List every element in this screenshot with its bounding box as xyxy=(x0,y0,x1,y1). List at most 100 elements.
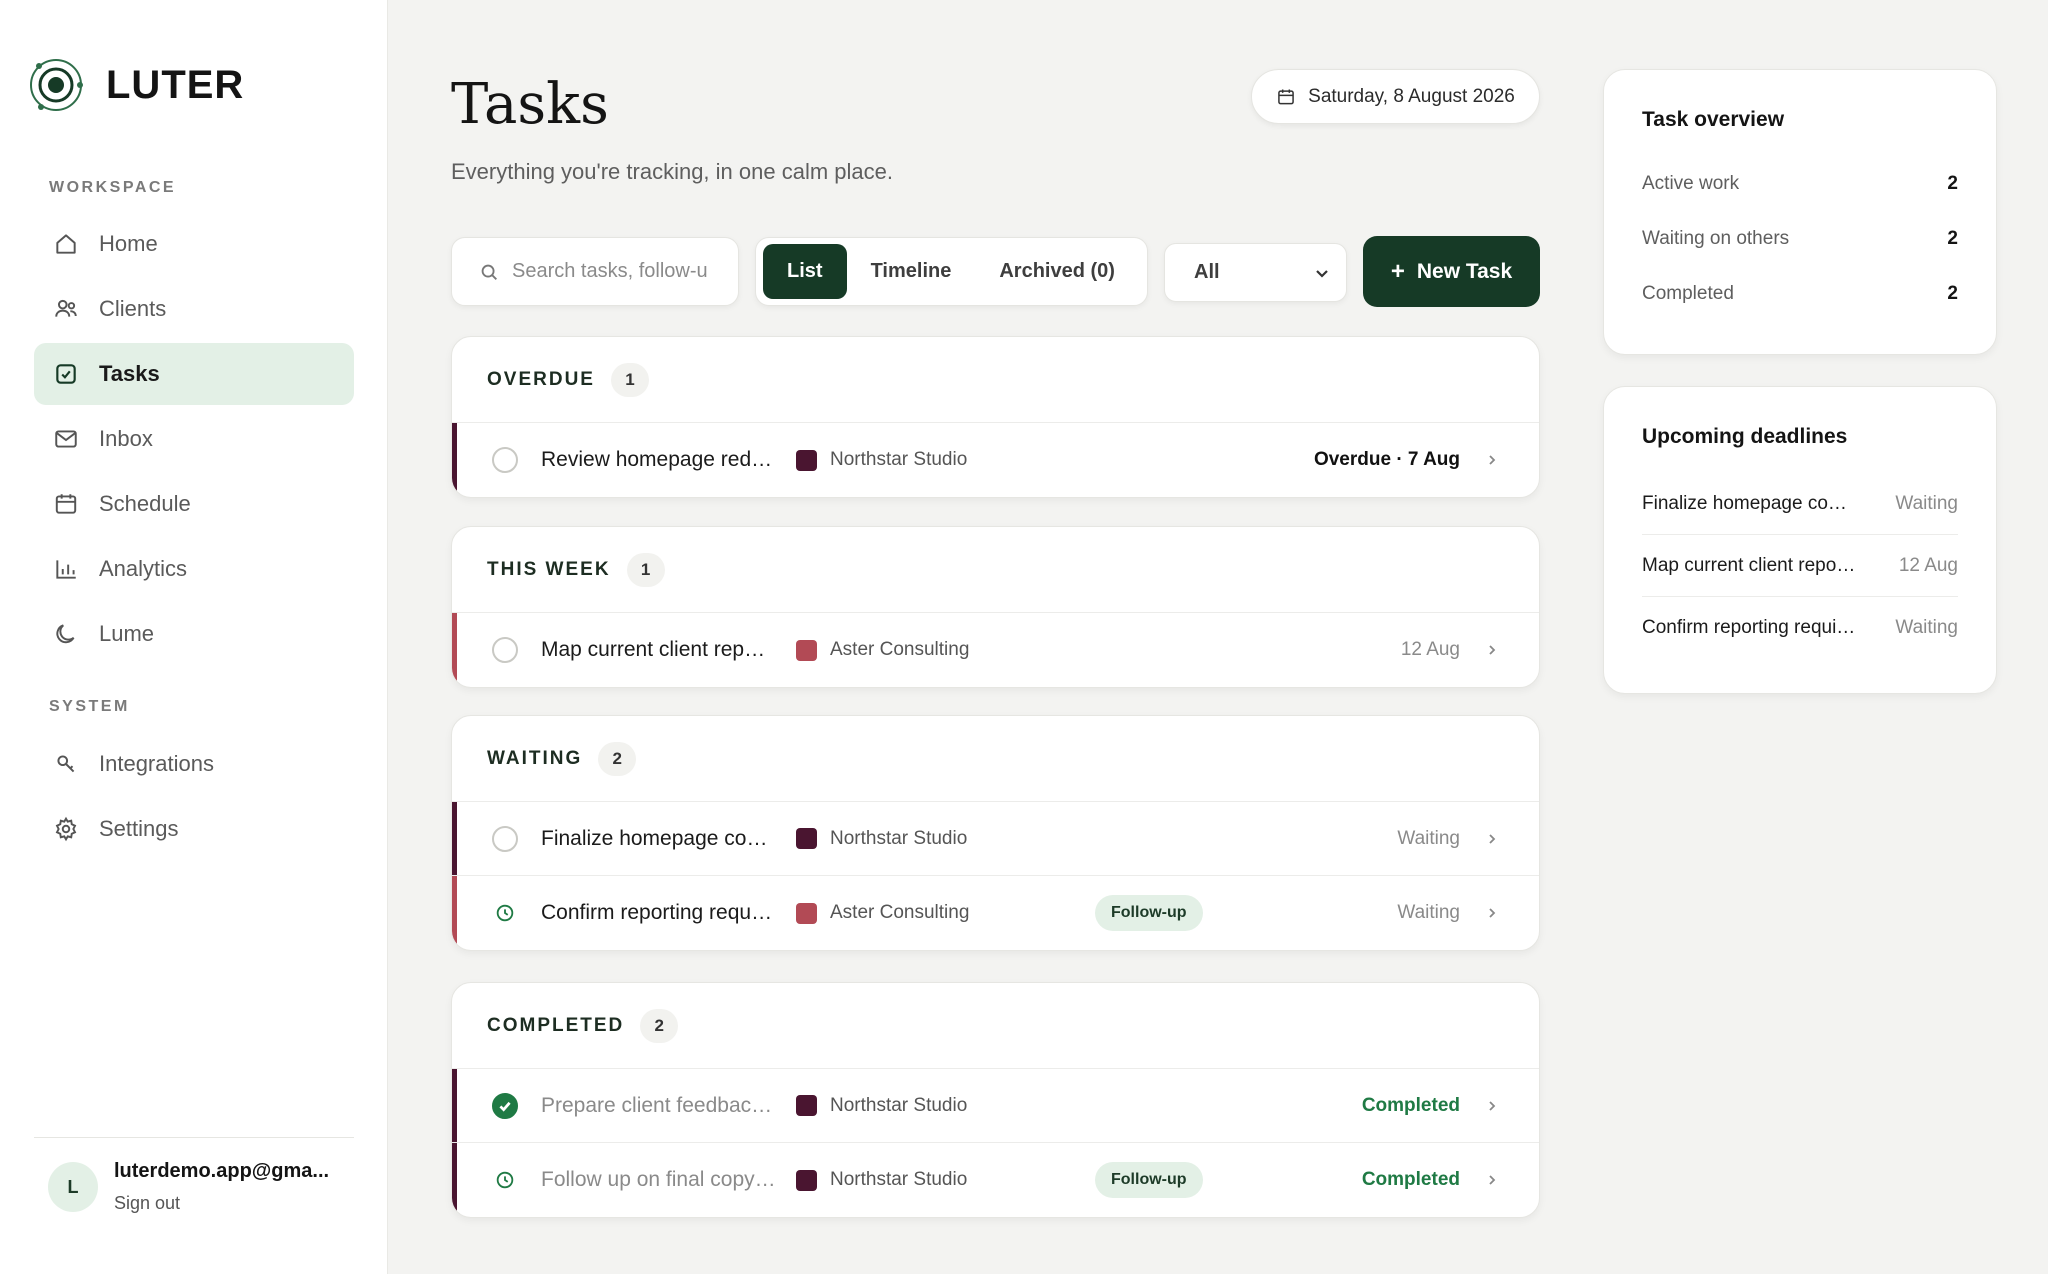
task-row[interactable]: Follow up on final copy… Northstar Studi… xyxy=(452,1143,1539,1217)
client-name: Northstar Studio xyxy=(830,1094,968,1116)
user-account: L luterdemo.app@gma... Sign out xyxy=(48,1160,329,1214)
task-status-toggle[interactable] xyxy=(492,1167,518,1193)
task-group-this-week: THIS WEEK 1 Map current client rep… Aste… xyxy=(451,526,1540,688)
sidebar-item-label: Settings xyxy=(99,816,179,841)
task-checkbox[interactable] xyxy=(492,447,518,473)
task-row[interactable]: Map current client rep… Aster Consulting… xyxy=(452,613,1539,687)
calendar-icon xyxy=(53,491,79,517)
group-count-badge: 2 xyxy=(598,741,637,776)
sidebar-item-home[interactable]: Home xyxy=(34,213,354,275)
sidebar-item-lume[interactable]: Lume xyxy=(34,603,354,665)
chevron-right-icon xyxy=(1489,1175,1496,1185)
client-name: Northstar Studio xyxy=(830,827,968,849)
task-accent-bar xyxy=(452,876,457,950)
sidebar-item-label: Inbox xyxy=(99,426,153,451)
brand-name: LUTER xyxy=(106,62,245,107)
task-title: Follow up on final copy… xyxy=(541,1168,776,1191)
task-accent-bar xyxy=(452,613,457,687)
deadline-row[interactable]: Finalize homepage co… Waiting xyxy=(1642,473,1958,535)
sidebar-item-inbox[interactable]: Inbox xyxy=(34,408,354,470)
deadline-due: Waiting xyxy=(1895,617,1958,638)
view-tab-archived[interactable]: Archived (0) xyxy=(975,244,1139,299)
task-title: Finalize homepage co… xyxy=(541,826,768,850)
group-count-badge: 1 xyxy=(626,552,665,587)
task-accent-bar xyxy=(452,1143,457,1217)
task-checkbox[interactable] xyxy=(492,825,518,852)
task-accent-bar xyxy=(452,1069,457,1142)
sidebar-item-tasks[interactable]: Tasks xyxy=(34,343,354,405)
sidebar-item-label: Analytics xyxy=(99,556,188,581)
overview-row-completed: Completed 2 xyxy=(1642,283,1958,305)
home-icon xyxy=(53,231,79,257)
task-checkbox[interactable] xyxy=(492,637,518,663)
deadline-title: Finalize homepage co… xyxy=(1642,492,1847,514)
client-color-swatch xyxy=(796,639,817,661)
deadline-row[interactable]: Map current client repo… 12 Aug xyxy=(1642,535,1958,597)
task-title: Review homepage red… xyxy=(541,448,773,471)
overview-value: 2 xyxy=(1947,173,1958,194)
calendar-icon xyxy=(1278,89,1294,104)
deadline-title: Map current client repo… xyxy=(1642,554,1856,576)
follow-up-badge: Follow-up xyxy=(1095,895,1203,931)
new-task-button[interactable]: + New Task xyxy=(1363,236,1540,307)
overview-label: Completed xyxy=(1642,283,1734,304)
task-row[interactable]: Confirm reporting requ… Aster Consulting… xyxy=(452,876,1539,950)
sidebar-item-label: Clients xyxy=(99,296,167,321)
brand-logo[interactable]: LUTER xyxy=(27,56,244,114)
upcoming-deadlines-card: Upcoming deadlines Finalize homepage co…… xyxy=(1603,386,1997,694)
view-tab-list[interactable]: List xyxy=(763,244,847,299)
checkbox-icon xyxy=(53,361,79,387)
overview-value: 2 xyxy=(1947,283,1958,304)
chevron-right-icon xyxy=(1489,908,1496,918)
status-filter-select[interactable]: All xyxy=(1164,243,1347,302)
task-title: Confirm reporting requ… xyxy=(541,901,773,924)
client-color-swatch xyxy=(796,1169,817,1191)
sidebar-divider xyxy=(34,1137,354,1138)
sidebar: LUTER WORKSPACE Home Clients Tasks Inbox… xyxy=(0,0,388,1274)
overview-row-active: Active work 2 xyxy=(1642,173,1958,195)
page-subtitle: Everything you're tracking, in one calm … xyxy=(451,159,893,184)
client-color-swatch xyxy=(796,828,817,849)
sidebar-item-integrations[interactable]: Integrations xyxy=(34,733,354,795)
overview-row-waiting: Waiting on others 2 xyxy=(1642,228,1958,250)
sign-out-link[interactable]: Sign out xyxy=(114,1193,329,1214)
client-color-swatch xyxy=(796,1095,817,1116)
chevron-down-icon xyxy=(1316,269,1328,278)
checkmark-icon xyxy=(499,1101,511,1112)
group-title: THIS WEEK xyxy=(487,558,611,580)
avatar[interactable]: L xyxy=(48,1162,98,1212)
sidebar-item-analytics[interactable]: Analytics xyxy=(34,538,354,600)
gear-icon xyxy=(53,816,79,842)
search-input[interactable] xyxy=(512,260,712,283)
view-toggle: List Timeline Archived (0) xyxy=(755,237,1148,306)
sidebar-item-settings[interactable]: Settings xyxy=(34,798,354,860)
task-group-overdue: OVERDUE 1 Review homepage red… Northstar… xyxy=(451,336,1540,498)
task-due: Waiting xyxy=(1397,827,1460,849)
sidebar-item-clients[interactable]: Clients xyxy=(34,278,354,340)
card-title: Upcoming deadlines xyxy=(1642,425,1848,448)
sidebar-item-schedule[interactable]: Schedule xyxy=(34,473,354,535)
task-row[interactable]: Review homepage red… Northstar Studio Ov… xyxy=(452,423,1539,497)
task-due: Overdue · 7 Aug xyxy=(1313,449,1460,470)
new-task-label: New Task xyxy=(1416,259,1513,283)
task-checkbox[interactable] xyxy=(492,1092,518,1119)
task-status-toggle[interactable] xyxy=(492,900,518,926)
overview-label: Active work xyxy=(1642,173,1740,194)
deadline-row[interactable]: Confirm reporting requi… Waiting xyxy=(1642,597,1958,659)
client-name: Northstar Studio xyxy=(830,1169,968,1190)
system-section-label: SYSTEM xyxy=(49,698,130,715)
task-due: Completed xyxy=(1361,1169,1460,1190)
follow-up-badge: Follow-up xyxy=(1095,1162,1203,1198)
group-title: WAITING xyxy=(487,747,583,769)
group-count-badge: 1 xyxy=(610,362,649,397)
view-tab-timeline[interactable]: Timeline xyxy=(847,244,976,299)
filter-value: All xyxy=(1194,261,1220,283)
search-box xyxy=(451,237,739,306)
client-name: Aster Consulting xyxy=(830,902,970,923)
users-icon xyxy=(53,296,79,322)
clock-icon xyxy=(496,1171,514,1189)
task-row[interactable]: Prepare client feedbac… Northstar Studio… xyxy=(452,1069,1539,1143)
search-icon xyxy=(481,264,497,280)
task-due: 12 Aug xyxy=(1400,639,1460,660)
task-row[interactable]: Finalize homepage co… Northstar Studio W… xyxy=(452,802,1539,876)
